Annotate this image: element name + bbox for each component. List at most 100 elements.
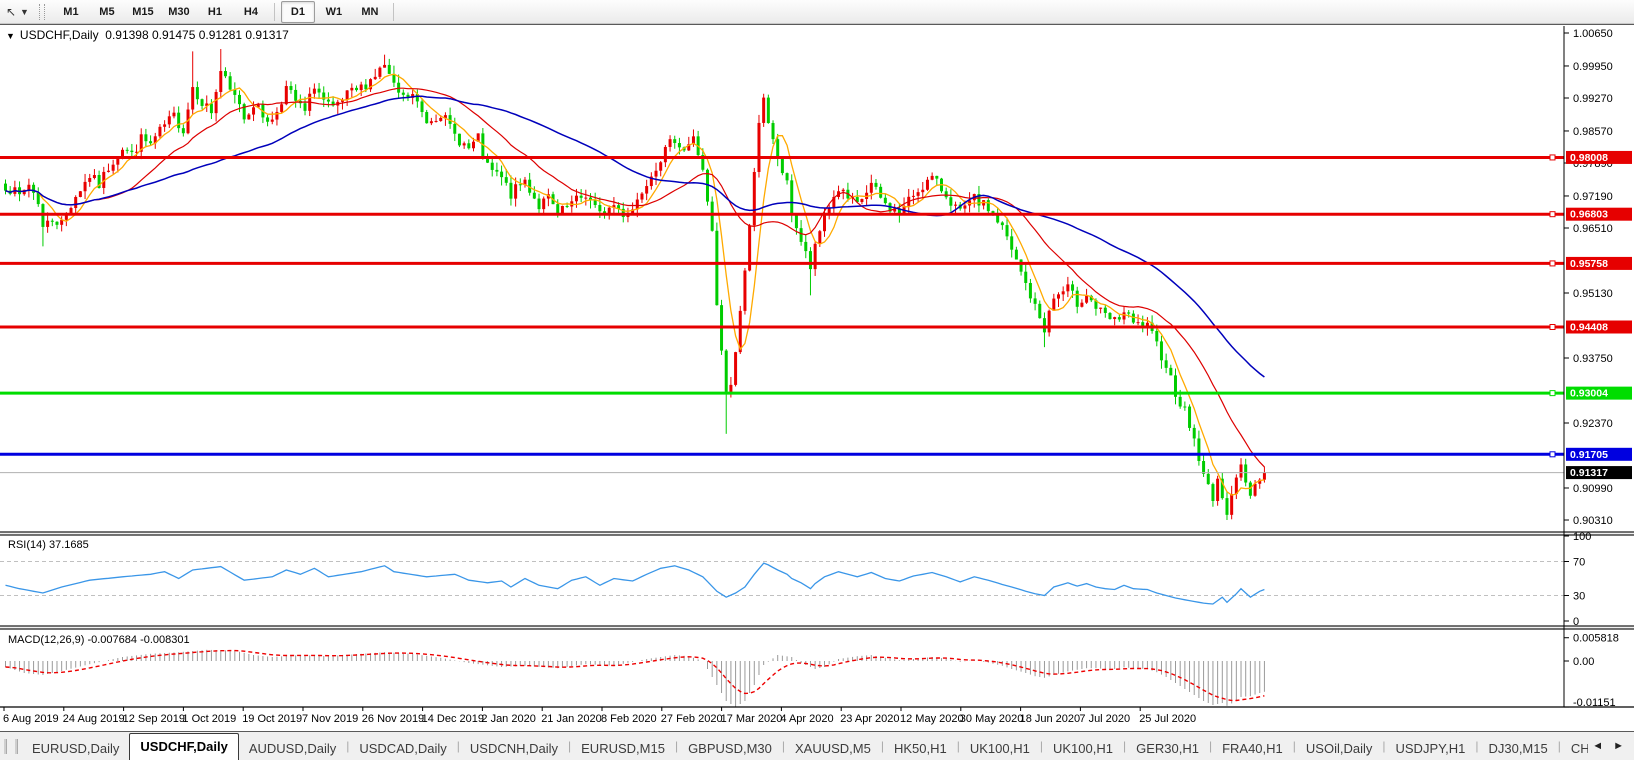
price-tag-0.95758-text: 0.95758 xyxy=(1570,258,1608,270)
chart-tab-usdjpy-h1[interactable]: USDJPY,H1 xyxy=(1386,737,1476,760)
toolbar-grip[interactable] xyxy=(38,3,45,20)
candle-down xyxy=(401,92,405,95)
chart-tab-gbpusd-m30[interactable]: GBPUSD,M30 xyxy=(678,737,782,760)
candle-up xyxy=(1122,312,1126,320)
hline-anchor[interactable] xyxy=(1549,451,1556,458)
chart-title[interactable]: ▼ USDCHF,Daily 0.91398 0.91475 0.91281 0.… xyxy=(6,28,289,42)
candle-down xyxy=(799,228,803,242)
candle-down xyxy=(879,186,883,198)
toolbar-separator xyxy=(392,2,394,21)
cursor-tool-icon[interactable]: ↖ xyxy=(2,3,20,21)
chart-tab-xauusd-m5[interactable]: XAUUSD,M5 xyxy=(785,737,881,760)
candle-up xyxy=(1099,307,1103,309)
candle-down xyxy=(766,97,770,124)
candle-down xyxy=(804,241,808,252)
timeframe-button-m1[interactable]: M1 xyxy=(54,1,88,23)
hline-anchor[interactable] xyxy=(1549,390,1556,397)
candle-down xyxy=(794,214,798,229)
candle-down xyxy=(1248,482,1252,496)
candle-down xyxy=(1071,284,1075,291)
date-label: 2 Jan 2020 xyxy=(481,713,535,725)
ma-medium-line xyxy=(5,87,1265,468)
candle-down xyxy=(808,251,812,270)
chevron-down-icon[interactable]: ▼ xyxy=(20,7,29,17)
chart-symbol-label: USDCHF,Daily xyxy=(19,28,99,42)
chart-tab-hk50-h1[interactable]: HK50,H1 xyxy=(884,737,957,760)
hline-anchor[interactable] xyxy=(1549,323,1556,330)
candle-down xyxy=(785,173,789,181)
chart-tab-bar: EURUSD,Daily USDCHF,Daily AUDUSD,Daily | USD… xyxy=(0,732,1634,760)
price-tag-0.94408-text: 0.94408 xyxy=(1570,321,1608,333)
candle-up xyxy=(734,352,738,385)
chart-tab-uk100-h1[interactable]: UK100,H1 xyxy=(960,737,1040,760)
candle-up xyxy=(69,208,73,214)
toolbar-separator xyxy=(273,2,275,21)
price-tag-0.91705-text: 0.91705 xyxy=(1570,449,1608,461)
candle-down xyxy=(55,221,59,225)
candle-down xyxy=(949,197,953,206)
chart-tab-usdcnh-daily[interactable]: USDCNH,Daily xyxy=(460,737,568,760)
timeframe-button-group: M1 M5 M15 M30 H1 H4 D1 W1 MN xyxy=(53,0,388,23)
chart-tab-dj30-m15[interactable]: DJ30,M15 xyxy=(1478,737,1557,760)
timeframe-button-h1[interactable]: H1 xyxy=(198,1,232,23)
hline-anchor[interactable] xyxy=(1549,260,1556,267)
collapse-triangle-icon[interactable]: ▼ xyxy=(6,31,15,41)
candle-down xyxy=(490,162,494,170)
candle-up xyxy=(514,184,518,199)
hline-anchor[interactable] xyxy=(1549,154,1556,161)
chart-tab-eurusd-daily[interactable]: EURUSD,Daily xyxy=(22,737,129,760)
candle-down xyxy=(1192,427,1196,439)
candle-down xyxy=(223,71,227,77)
tab-scroll-right-icon[interactable]: ► xyxy=(1613,740,1624,752)
candle-up xyxy=(1080,302,1084,307)
chart-tab-china300-h4[interactable]: CHINA300,H4 xyxy=(1561,737,1588,760)
candle-up xyxy=(280,104,284,112)
candle-up xyxy=(911,195,915,197)
chart-tab-fra40-h1[interactable]: FRA40,H1 xyxy=(1212,737,1293,760)
date-label: 7 Jul 2020 xyxy=(1079,713,1130,725)
candle-up xyxy=(312,88,316,94)
candle-up xyxy=(729,384,733,392)
timeframe-button-m30[interactable]: M30 xyxy=(162,1,196,23)
timeframe-button-mn[interactable]: MN xyxy=(353,1,387,23)
candle-up xyxy=(163,124,167,127)
chart-tab-usdchf-daily[interactable]: USDCHF,Daily xyxy=(129,733,239,760)
hline-anchor[interactable] xyxy=(1549,211,1556,218)
candle-up xyxy=(954,204,958,206)
candle-down xyxy=(874,182,878,187)
candle-down xyxy=(453,123,457,134)
date-label: 4 Apr 2020 xyxy=(780,713,833,725)
tab-scroll-left-icon[interactable]: ◄ xyxy=(1592,740,1603,752)
candle-up xyxy=(1239,464,1243,478)
candle-down xyxy=(1075,290,1079,307)
timeframe-button-d1[interactable]: D1 xyxy=(280,0,315,23)
date-label: 23 Apr 2020 xyxy=(840,713,899,725)
chart-tab-audusd-daily[interactable]: AUDUSD,Daily xyxy=(239,737,346,760)
top-toolbar: ↖ ▼ M1 M5 M15 M30 H1 H4 D1 W1 MN xyxy=(0,0,1634,24)
price-tick-label: 0.96510 xyxy=(1573,223,1613,235)
candle-down xyxy=(1225,498,1229,515)
rsi-tick-label: 70 xyxy=(1573,557,1585,569)
timeframe-button-w1[interactable]: W1 xyxy=(317,1,351,23)
candle-up xyxy=(462,143,466,146)
chart-tab-uk100-h1[interactable]: UK100,H1 xyxy=(1043,737,1123,760)
timeframe-button-h4[interactable]: H4 xyxy=(234,1,268,23)
tabbar-grips xyxy=(0,732,22,760)
chart-tab-eurusd-m15[interactable]: EURUSD,M15 xyxy=(571,737,675,760)
chart-tab-usoil-daily[interactable]: USOil,Daily xyxy=(1296,737,1382,760)
timeframe-button-m15[interactable]: M15 xyxy=(126,1,160,23)
candle-up xyxy=(574,195,578,202)
candle-down xyxy=(195,87,199,100)
candle-up xyxy=(921,189,925,193)
candle-down xyxy=(364,84,368,90)
candle-down xyxy=(4,183,7,191)
candle-up xyxy=(378,67,382,77)
date-label: 19 Oct 2019 xyxy=(242,713,302,725)
candle-up xyxy=(860,198,864,203)
candle-down xyxy=(303,103,307,111)
chart-tab-usdcad-daily[interactable]: USDCAD,Daily xyxy=(349,737,456,760)
candle-up xyxy=(762,97,766,123)
chart-tab-ger30-h1[interactable]: GER30,H1 xyxy=(1126,737,1209,760)
candle-up xyxy=(1057,294,1060,299)
timeframe-button-m5[interactable]: M5 xyxy=(90,1,124,23)
